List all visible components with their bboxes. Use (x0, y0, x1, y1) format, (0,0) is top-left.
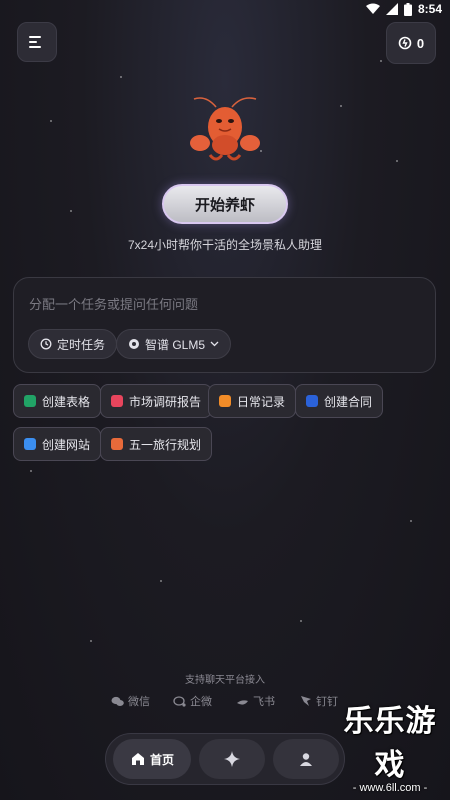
nav-profile[interactable] (273, 739, 339, 779)
nav-sparkle[interactable] (199, 739, 265, 779)
bottom-nav: 首页 (105, 733, 345, 785)
watermark-title: 乐乐游戏 (343, 705, 437, 782)
chevron-down-icon (210, 341, 219, 347)
lobster-mascot (190, 97, 260, 161)
home-icon (131, 753, 144, 765)
credit-count: 0 (416, 35, 425, 51)
menu-button[interactable] (17, 22, 57, 62)
start-button[interactable]: 开始养虾 (162, 184, 288, 224)
wifi-icon (365, 3, 380, 14)
platforms-title: 支持聊天平台接入 (185, 675, 265, 686)
platform-label: 飞书 (253, 696, 275, 708)
credits-button[interactable]: 0 (386, 22, 436, 64)
battery-icon (403, 2, 412, 16)
notes-icon (219, 395, 231, 407)
tagline: 7x24小时帮你干活的全场景私人助理 (127, 238, 323, 252)
menu-icon (29, 36, 41, 48)
model-logo-icon (129, 339, 139, 349)
task-input[interactable]: 分配一个任务或提问任何问题 (29, 294, 198, 313)
quick-tool-create-sheet[interactable]: 创建表格 (13, 384, 102, 418)
quick-tool-travel-plan[interactable]: 五一旅行规划 (100, 427, 213, 461)
quick-tool-label: 市场调研报告 (129, 394, 202, 409)
quick-tool-market-report[interactable]: 市场调研报告 (100, 384, 213, 418)
wechat-icon (111, 696, 124, 706)
platform-feishu[interactable]: 飞书 (236, 693, 275, 709)
credit-icon (398, 36, 412, 50)
spreadsheet-icon (24, 395, 36, 407)
nav-home[interactable]: 首页 (113, 739, 191, 779)
status-time: 8:54 (417, 2, 442, 16)
platform-wechat[interactable]: 微信 (111, 693, 150, 709)
sparkle-icon (224, 751, 240, 767)
quick-tool-label: 创建合同 (324, 394, 373, 409)
platform-label: 企微 (190, 696, 212, 708)
scheduled-task-label: 定时任务 (57, 337, 106, 352)
quick-tool-label: 日常记录 (237, 394, 286, 409)
scheduled-task-button[interactable]: 定时任务 (28, 329, 118, 359)
cellular-signal-icon (385, 3, 398, 15)
quick-tool-label: 创建表格 (42, 394, 91, 409)
website-icon (24, 438, 36, 450)
word-doc-icon (306, 395, 318, 407)
platform-dingtalk[interactable]: 钉钉 (300, 693, 338, 709)
status-bar: 8:54 (0, 0, 450, 20)
site-watermark: 乐乐游戏 - www.6ll.com - (334, 696, 446, 794)
task-input-card[interactable]: 分配一个任务或提问任何问题 定时任务 智谱 GLM5 (13, 277, 436, 373)
quick-tool-label: 创建网站 (42, 437, 91, 452)
nav-home-label: 首页 (149, 752, 174, 767)
travel-icon (111, 438, 123, 450)
user-icon (300, 753, 312, 766)
platform-wecom[interactable]: 企微 (173, 693, 212, 709)
report-icon (111, 395, 123, 407)
watermark-url: - www.6ll.com - (352, 782, 428, 794)
quick-tool-create-website[interactable]: 创建网站 (13, 427, 102, 461)
model-label: 智谱 GLM5 (145, 337, 206, 352)
platform-label: 微信 (128, 696, 150, 708)
quick-tool-create-contract[interactable]: 创建合同 (295, 384, 384, 418)
feishu-icon (237, 699, 248, 705)
wecom-icon (173, 695, 186, 707)
model-selector[interactable]: 智谱 GLM5 (116, 329, 232, 359)
clock-icon (40, 338, 52, 350)
quick-tool-daily-notes[interactable]: 日常记录 (208, 384, 297, 418)
quick-tool-label: 五一旅行规划 (129, 437, 202, 452)
dingtalk-icon (301, 696, 311, 706)
